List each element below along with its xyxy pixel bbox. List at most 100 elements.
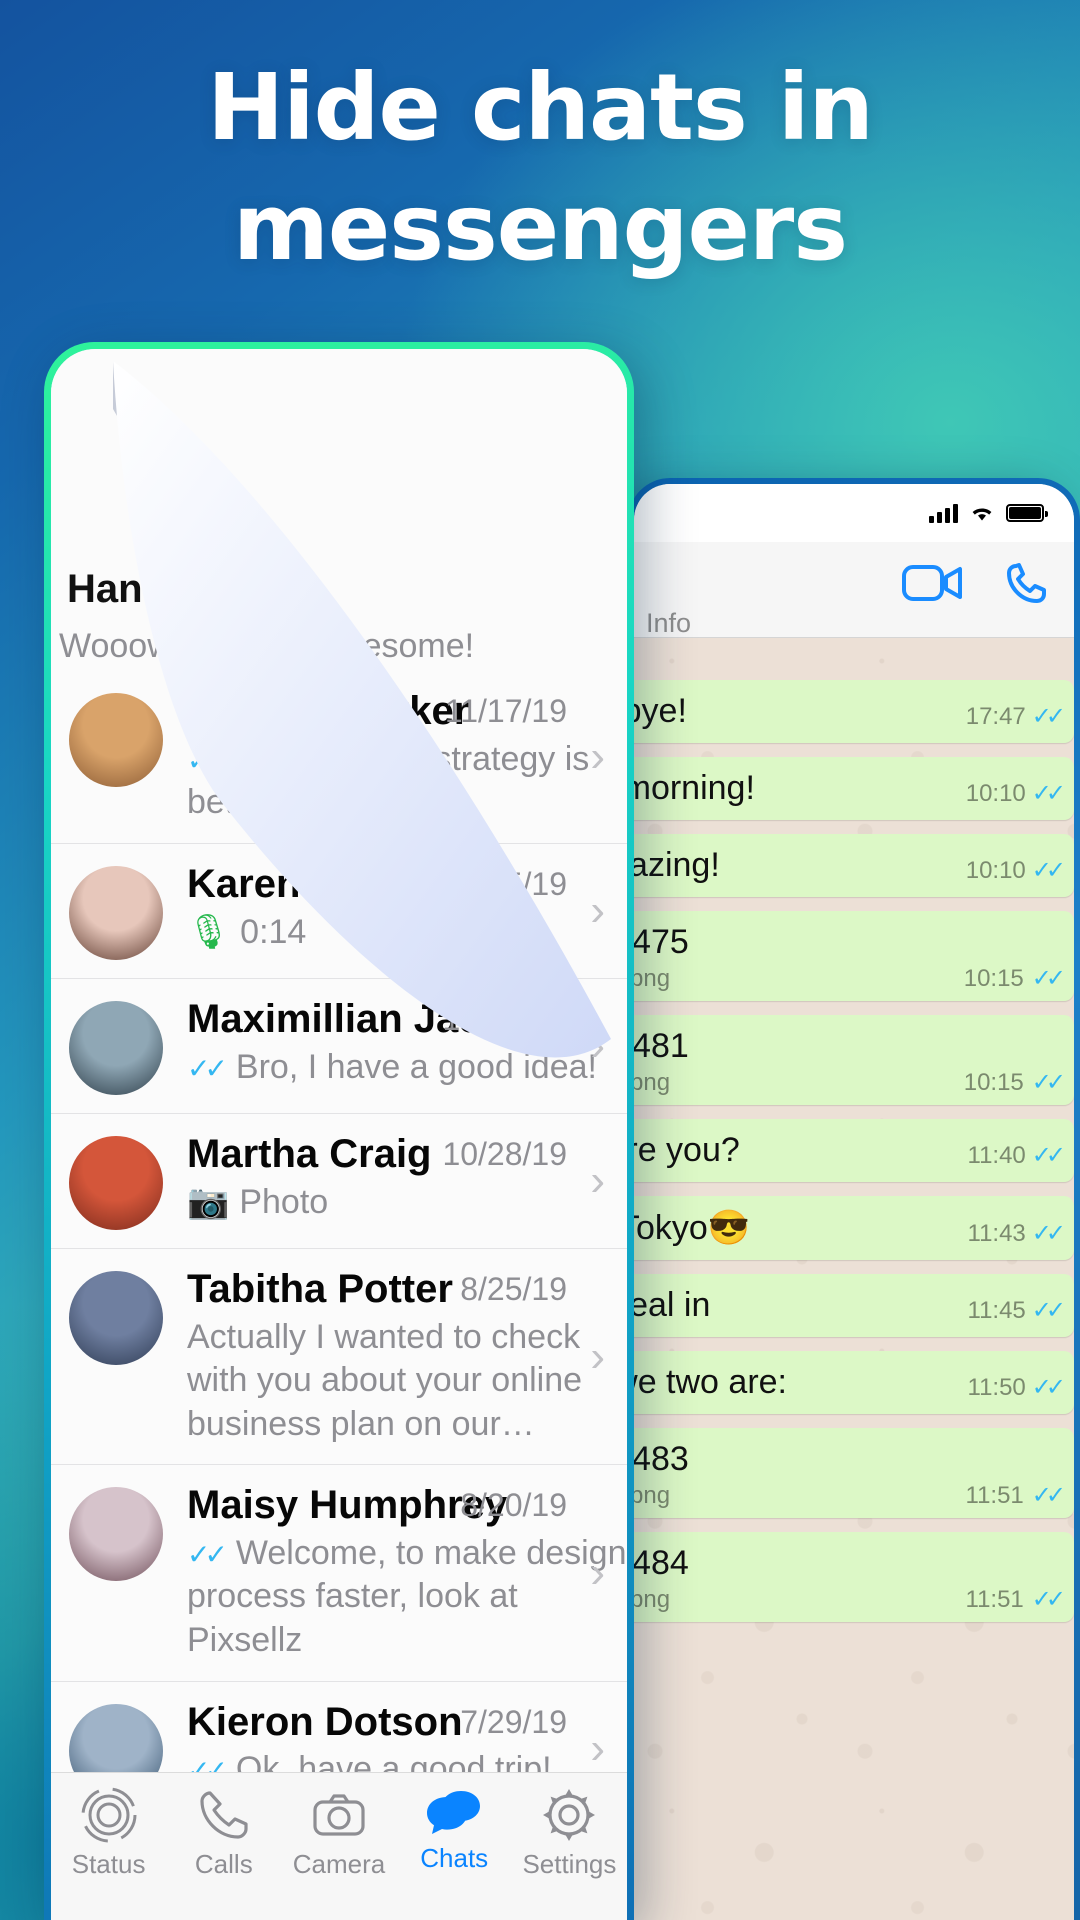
double-check-icon: ✓✓ [1031, 1482, 1066, 1509]
chat-preview-label: Photo [239, 1182, 329, 1221]
message-text: I'm in Tokyo😎 [634, 1209, 751, 1247]
message-bubble: How are you? 11:40✓✓ [634, 1119, 1074, 1182]
chat-list-item[interactable]: Maximillian Jacobson ✓✓ Bro, I have a good… [51, 979, 627, 1114]
avatar [69, 1135, 163, 1230]
chat-list[interactable]: Andrew Parker ✓✓ What kind of strategy is … [51, 671, 627, 1817]
chat-list-item[interactable]: Maisy Humphrey ✓✓ Welcome, to make design … [51, 1465, 627, 1682]
chat-list-item[interactable]: Andrew Parker ✓✓ What kind of strategy is … [51, 671, 627, 844]
left-phone-screen: 9:41 Edit Chats Broadcast Lists New Grou… [51, 349, 627, 1920]
tab-label: Chats [420, 1843, 489, 1873]
message-filename: IMG_0481 [634, 1027, 689, 1065]
message-time: 11:51 [965, 1585, 1024, 1613]
message-meta: 11:45 ✓✓ [968, 1296, 1067, 1325]
chevron-right-icon[interactable]: › [590, 734, 605, 779]
tab-camera[interactable]: Camera [281, 1787, 396, 1880]
message-text: It's amazing! [634, 846, 720, 884]
double-check-icon: ✓✓ [1031, 1586, 1066, 1613]
tab-label: Camera [292, 1849, 386, 1879]
double-check-icon: ✓✓ [1031, 1220, 1066, 1247]
chat-list-item[interactable]: Tabitha Potter Actually I wanted to check… [51, 1249, 627, 1466]
right-message-list: Good bye!17:47✓✓Good morning!10:10✓✓It's… [634, 638, 1074, 1920]
chat-preview-label: What kind of strategy is better? [187, 739, 590, 822]
message-bubble: It's amazing! 10:10✓✓ [634, 834, 1074, 897]
message-filename: IMG_0484 [634, 1544, 689, 1582]
file-size-label: 198 KB · png [634, 1068, 671, 1096]
double-check-icon: ✓✓ [1031, 857, 1066, 884]
tab-calls[interactable]: Calls [166, 1787, 281, 1880]
right-status-bar [634, 484, 1074, 542]
camera-icon: 📷 [187, 1182, 230, 1221]
avatar [69, 1270, 163, 1365]
double-check-icon: ✓✓ [1031, 965, 1066, 992]
tab-settings[interactable]: Settings [512, 1787, 627, 1880]
message-bubble: IMG_0475 254 KB · png 10:15 ✓✓ [634, 911, 1074, 1001]
peeking-chat-name: Hanna Bell [67, 567, 274, 611]
left-phone-mockup: 9:41 Edit Chats Broadcast Lists New Grou… [44, 342, 634, 1920]
avatar [69, 865, 163, 960]
chevron-right-icon[interactable]: › [590, 1726, 605, 1771]
message-text: Good bye! [634, 692, 687, 730]
avatar [69, 1487, 163, 1582]
chat-list-item[interactable]: Karen Castillo 🎙 0:14 11/15/19 › [51, 844, 627, 979]
camera-icon [311, 1787, 367, 1843]
message-filename: IMG_0483 [634, 1440, 689, 1478]
message-meta: 17:47 ✓✓ [965, 702, 1066, 731]
message-meta: 10:10 ✓✓ [966, 856, 1066, 885]
chevron-right-icon[interactable]: › [590, 1023, 605, 1068]
chevron-right-icon[interactable]: › [590, 1334, 605, 1379]
peeking-chat-preview: Wooow, Zoom is awesome! [59, 627, 475, 665]
double-check-icon: ✓✓ [187, 744, 228, 776]
message-time: 10:15 [963, 1068, 1024, 1096]
message-time-group: 10:15 ✓✓ [963, 964, 1066, 993]
right-phone-screen: Info Good bye!17:47✓✓Good morning!10:10✓… [634, 484, 1074, 1920]
chevron-right-icon[interactable]: › [590, 888, 605, 933]
battery-icon [1006, 504, 1048, 522]
chat-list-item[interactable]: Martha Craig 📷 Photo 10/28/19 › [51, 1114, 627, 1249]
message-file-meta: 289 KB · png 11:51 ✓✓ [634, 1585, 1067, 1614]
double-check-icon: ✓✓ [1031, 1374, 1066, 1401]
message-text: Let's deal in [634, 1286, 711, 1324]
chevron-right-icon[interactable]: › [590, 1550, 605, 1595]
double-check-icon: ✓✓ [1031, 780, 1066, 807]
message-bubble: Here we two are: 11:50✓✓ [634, 1351, 1074, 1414]
tab-bar[interactable]: Status Calls Camera Chats Settings [51, 1772, 627, 1920]
chat-date: 8/25/19 [460, 1270, 567, 1307]
chat-preview-text: ✓✓ Bro, I have a good idea! [187, 1046, 627, 1090]
video-call-icon[interactable] [902, 561, 964, 610]
tab-chats[interactable]: Chats [397, 1787, 512, 1874]
chat-preview-text: 📷 Photo [187, 1181, 627, 1225]
message-time-group: 10:15 ✓✓ [963, 1068, 1066, 1097]
right-phone-mockup: Info Good bye!17:47✓✓Good morning!10:10✓… [628, 478, 1080, 1920]
chat-date: 11/15/19 [444, 865, 567, 902]
message-time-group: 11:51 ✓✓ [965, 1585, 1067, 1614]
chat-preview-text: 🎙 0:14 [187, 911, 627, 955]
message-file-meta: 198 KB · png 10:15 ✓✓ [634, 1068, 1066, 1097]
message-time: 11:40 [967, 1141, 1026, 1169]
chat-preview-label: 0:14 [240, 912, 307, 951]
message-time: 10:15 [963, 964, 1024, 992]
chat-date: 7/29/19 [460, 1703, 567, 1740]
chat-info-label: Info [646, 608, 692, 638]
message-bubble: IMG_0484 289 KB · png 11:51 ✓✓ [634, 1532, 1074, 1622]
chat-preview-label: Welcome, to make design process faster, … [187, 1533, 627, 1659]
chevron-right-icon[interactable]: › [590, 1158, 605, 1203]
double-check-icon: ✓✓ [1031, 703, 1066, 730]
chat-preview-label: Actually I wanted to check with you abou… [187, 1317, 583, 1443]
tab-status[interactable]: Status [51, 1787, 166, 1880]
mic-icon: 🎙 [187, 912, 231, 951]
message-file-meta: 254 KB · png 10:15 ✓✓ [634, 964, 1066, 993]
tab-label: Calls [194, 1849, 253, 1879]
message-meta: 11:43 ✓✓ [968, 1219, 1067, 1248]
chats-icon [425, 1787, 483, 1837]
double-check-icon: ✓✓ [1031, 1297, 1066, 1324]
double-check-icon: ✓✓ [187, 1052, 228, 1084]
double-check-icon: ✓✓ [1031, 1069, 1066, 1096]
message-time: 17:47 [965, 702, 1026, 730]
signal-icon [929, 503, 958, 523]
message-text: Good morning! [634, 769, 755, 807]
message-meta: 10:10 ✓✓ [966, 779, 1066, 808]
voice-call-icon[interactable] [1004, 560, 1050, 611]
visible-chat-page: Hanna Bell Wooow, Zoom is awesome! Andre… [51, 349, 627, 1920]
right-chat-header [634, 542, 1074, 638]
headline-line-2: messengers [232, 173, 848, 281]
